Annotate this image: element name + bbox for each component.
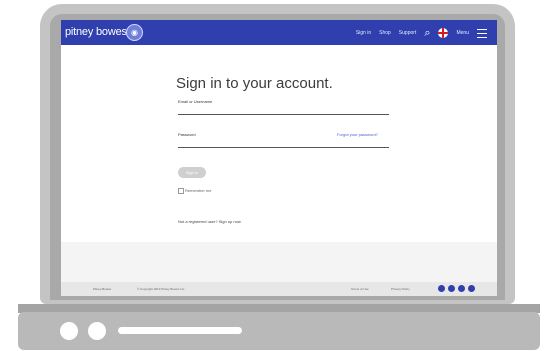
social-icon-4[interactable] [468,285,475,292]
nav-link-shop[interactable]: Shop [379,30,391,36]
nav-links: Sign in Shop Support ⌕ Menu [356,27,487,38]
sign-up-link[interactable]: Not a registered user? Sign up now [178,219,241,224]
nav-link-sign-in[interactable]: Sign in [356,30,371,36]
laptop-bar [118,327,242,334]
sign-in-button[interactable]: Sign in [178,167,206,178]
remember-me-checkbox[interactable] [178,188,184,194]
uk-flag-icon[interactable] [438,28,449,38]
social-icon-1[interactable] [438,285,445,292]
footer-link-terms[interactable]: Terms of Use [351,287,369,291]
top-navbar: pitney bowes ◉ Sign in Shop Support ⌕ Me… [61,20,497,45]
menu-label[interactable]: Menu [456,30,469,36]
footer-copyright: © Copyright 2019 Pitney Bowes Inc. [137,287,186,291]
footer-link-privacy[interactable]: Privacy Policy [391,287,410,291]
social-icon-2[interactable] [448,285,455,292]
forgot-password-link[interactable]: Forgot your password? [337,132,378,137]
laptop-dot-1 [60,322,78,340]
footer: Pitney Bowes © Copyright 2019 Pitney Bow… [61,282,497,296]
page-title: Sign in to your account. [176,75,333,92]
password-label: Password [178,132,196,137]
nav-link-support[interactable]: Support [399,30,417,36]
hamburger-menu-icon[interactable] [477,28,487,38]
social-icon-3[interactable] [458,285,465,292]
footer-brand[interactable]: Pitney Bowes [93,287,111,291]
password-field[interactable] [178,147,389,148]
remember-me-label: Remember me [185,188,212,193]
brand-logo[interactable]: pitney bowes [65,26,127,38]
email-label: Email or Username [178,99,213,104]
screen: pitney bowes ◉ Sign in Shop Support ⌕ Me… [61,20,497,296]
search-icon[interactable]: ⌕ [424,27,430,38]
brand-seal-icon: ◉ [126,24,143,41]
email-field[interactable] [178,114,389,115]
laptop-dot-2 [88,322,106,340]
